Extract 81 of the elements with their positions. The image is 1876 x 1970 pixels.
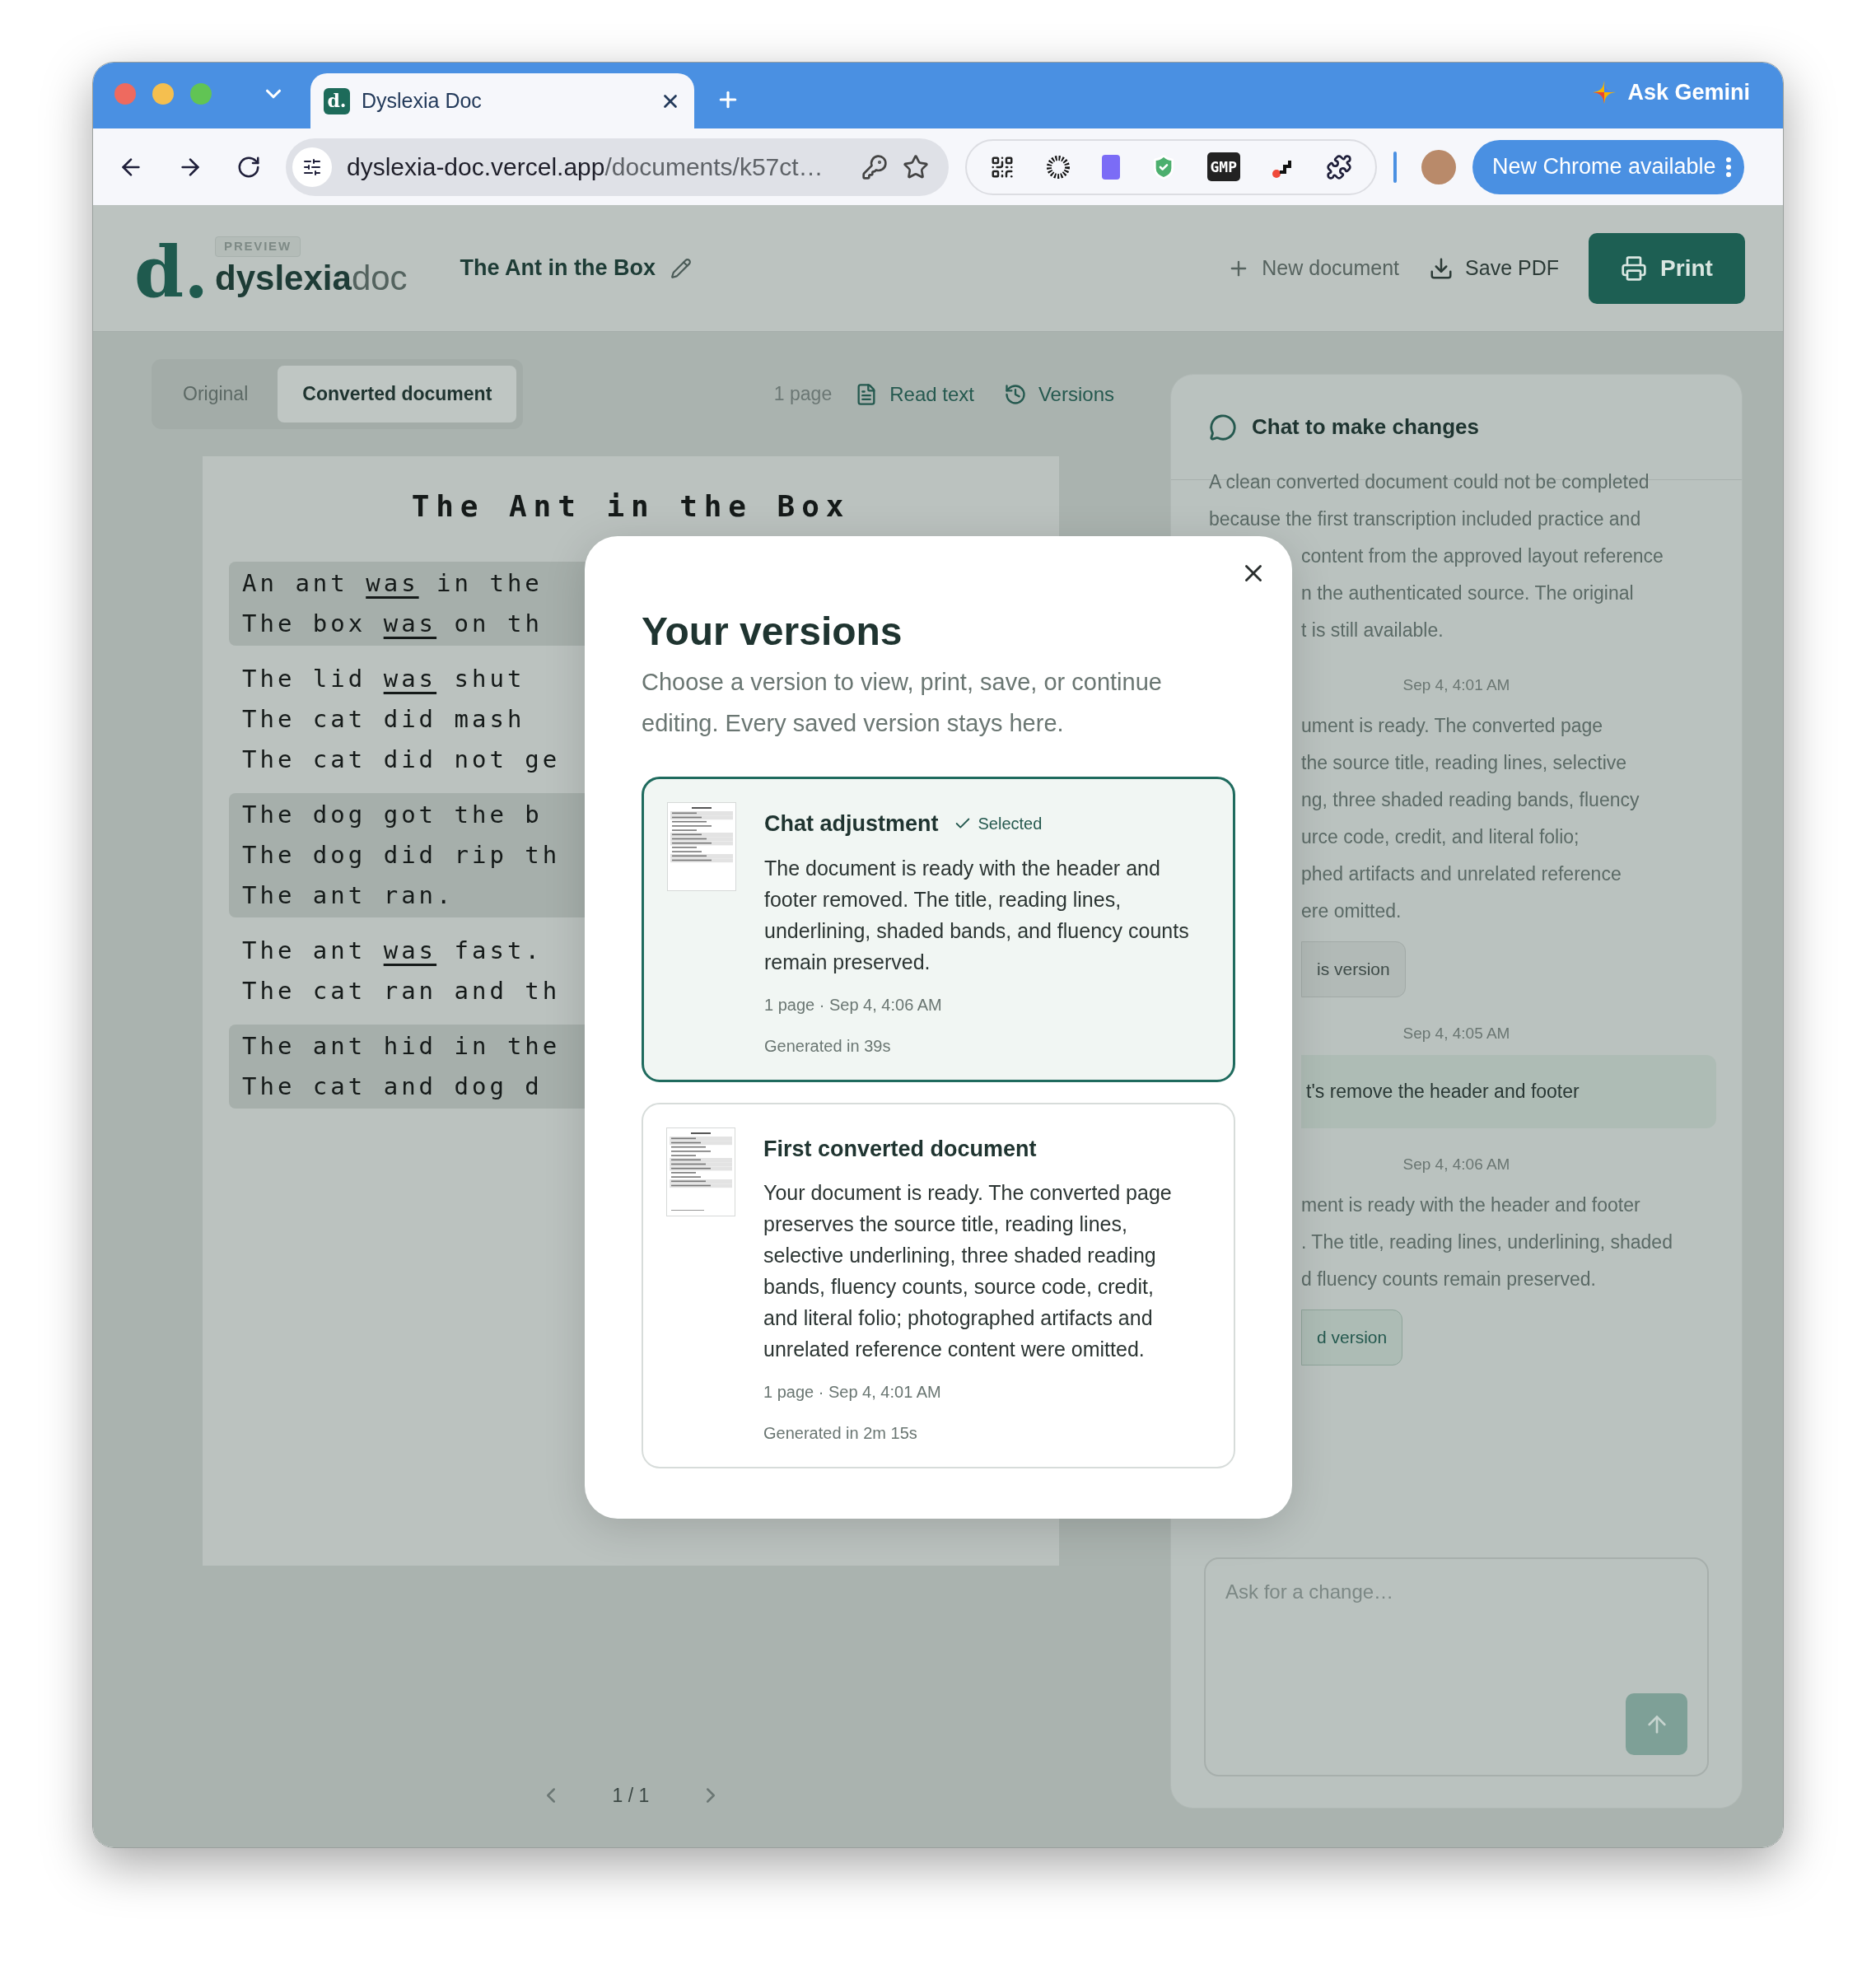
assistant-message-line: ere omitted. [1301,899,1402,923]
reading-line: The cat did not ge [242,745,561,775]
message-timestamp: Sep 4, 4:06 AM [1402,1155,1510,1174]
document-title: The Ant in the Box [460,254,656,282]
message-timestamp: Sep 4, 4:01 AM [1402,675,1510,695]
reading-line: The cat did mash [242,704,525,735]
reading-line: The lid was shut [242,664,525,694]
assistant-message-line: . The title, reading lines, underlining, shaded [1301,1230,1673,1254]
assistant-message-line: n the authenticated source. The original [1301,581,1635,605]
assistant-message-line: ment is ready with the header and footer [1301,1193,1641,1217]
ring-icon[interactable] [1045,153,1072,180]
view-tab[interactable]: Converted document [278,366,517,422]
change-request-field[interactable]: Ask for a change… [1204,1557,1709,1776]
bookmark-star-icon[interactable] [903,153,929,180]
new-document-button[interactable]: New document [1227,252,1400,284]
site-info-icon[interactable] [292,147,332,187]
version-summary: The document is ready with the header and footer removed. The title, reading lines, underlining, shaded bands, and fluency counts remain preserved. [764,855,1190,975]
reading-line: An ant was in the [242,568,543,599]
page-indicator: 1 / 1 [612,1784,650,1808]
reading-line: The box was on th [242,609,543,639]
version-button[interactable]: is version [1301,941,1406,997]
favicon-icon: d. [324,87,350,114]
reading-line: The dog did rip th [242,840,561,871]
more-icon [1725,156,1731,177]
version-name: First converted document [763,1135,1037,1163]
browser-tab[interactable]: d. Dyslexia Doc [310,73,694,128]
assistant-message-line: A clean converted document could not be completed [1209,470,1650,494]
reading-line: The cat and dog d [242,1071,543,1102]
url-text: dyslexia-doc.vercel.app/documents/k57ct… [347,152,824,182]
key-icon[interactable] [861,153,888,180]
assistant-message-line: content from the approved layout reference [1301,544,1664,568]
profile-avatar[interactable] [1421,149,1456,184]
generation-time: Generated in 39s [764,1035,892,1057]
version-card[interactable] [642,777,1235,1082]
chat-title: Chat to make changes [1252,413,1479,441]
reading-line: The cat ran and th [242,976,561,1006]
change-request-input[interactable]: Ask for a change… [1225,1577,1687,1607]
reading-line: The ant hid in the [242,1031,561,1062]
assistant-message-line: d fluency counts remain preserved. [1301,1267,1597,1291]
dialog-subtitle: Choose a version to view, print, save, or continue editing. Every saved version stays here. [642,668,1163,738]
address-bar[interactable]: dyslexia-doc.vercel.app/documents/k57ct… [286,138,949,196]
logo-mark: d. [134,236,209,308]
generation-time: Generated in 2m 15s [763,1423,918,1444]
selected-label: Selected [953,811,1043,837]
read-text-button[interactable]: Read text [855,379,974,409]
assistant-message-line: phed artifacts and unrelated reference [1301,861,1622,886]
message-timestamp: Sep 4, 4:05 AM [1402,1023,1510,1043]
save-pdf-button[interactable]: Save PDF [1429,252,1559,284]
document-heading: The Ant in the Box [411,488,851,525]
versions-button[interactable]: Versions [1003,379,1114,409]
assistant-message-line: the source title, reading lines, selective [1301,750,1628,775]
gmp-extension-button[interactable]: GMP [1206,152,1241,181]
user-message-bubble: t's remove the header and footer [1301,1055,1716,1128]
reading-line: The dog got the b [242,800,543,830]
sparkle-icon [1593,81,1617,104]
reading-line: The ant was fast. [242,936,543,966]
logo-wordmark: dyslexiadoc [215,257,408,299]
assistant-message-line: ument is ready. The converted page [1301,713,1604,738]
update-chrome-button[interactable]: New Chrome available [1472,139,1744,194]
divider-bar [1393,151,1397,183]
version-summary: Your document is ready. The converted page preserves the source title, reading lines, selective underlining, three shaded reading bands, fluency counts, source code, credit, and literal folio; photographed artifacts and unrelated reference content were omitted. [763,1180,1173,1362]
print-button[interactable]: Print [1589,232,1745,304]
dialog-title: Your versions [642,609,903,655]
view-tab[interactable]: Original [158,366,273,422]
chat-bubble-icon [1209,413,1237,441]
assistant-message-line: t is still available. [1301,619,1444,642]
assistant-message-line: urce code, credit, and literal folio; [1301,824,1580,849]
version-meta: 1 page · Sep 4, 4:01 AM [763,1382,942,1403]
puzzle-icon[interactable] [1325,153,1352,180]
page-count: 1 page [773,382,833,407]
assistant-message-line: ng, three shaded reading bands, fluency [1301,787,1640,812]
tab-title: Dyslexia Doc [362,87,483,114]
version-meta: 1 page · Sep 4, 4:06 AM [764,994,943,1015]
edit-title-icon[interactable] [670,257,693,279]
assistant-message-line: because the first transcription included practice and [1209,507,1642,531]
reading-line: The ant ran. [242,880,455,911]
printer-icon [1621,254,1648,282]
history-icon [1003,382,1027,406]
version-button[interactable]: d version [1301,1309,1403,1365]
version-name: Chat adjustment [764,810,939,838]
ask-gemini-button[interactable]: Ask Gemini [1627,75,1750,110]
